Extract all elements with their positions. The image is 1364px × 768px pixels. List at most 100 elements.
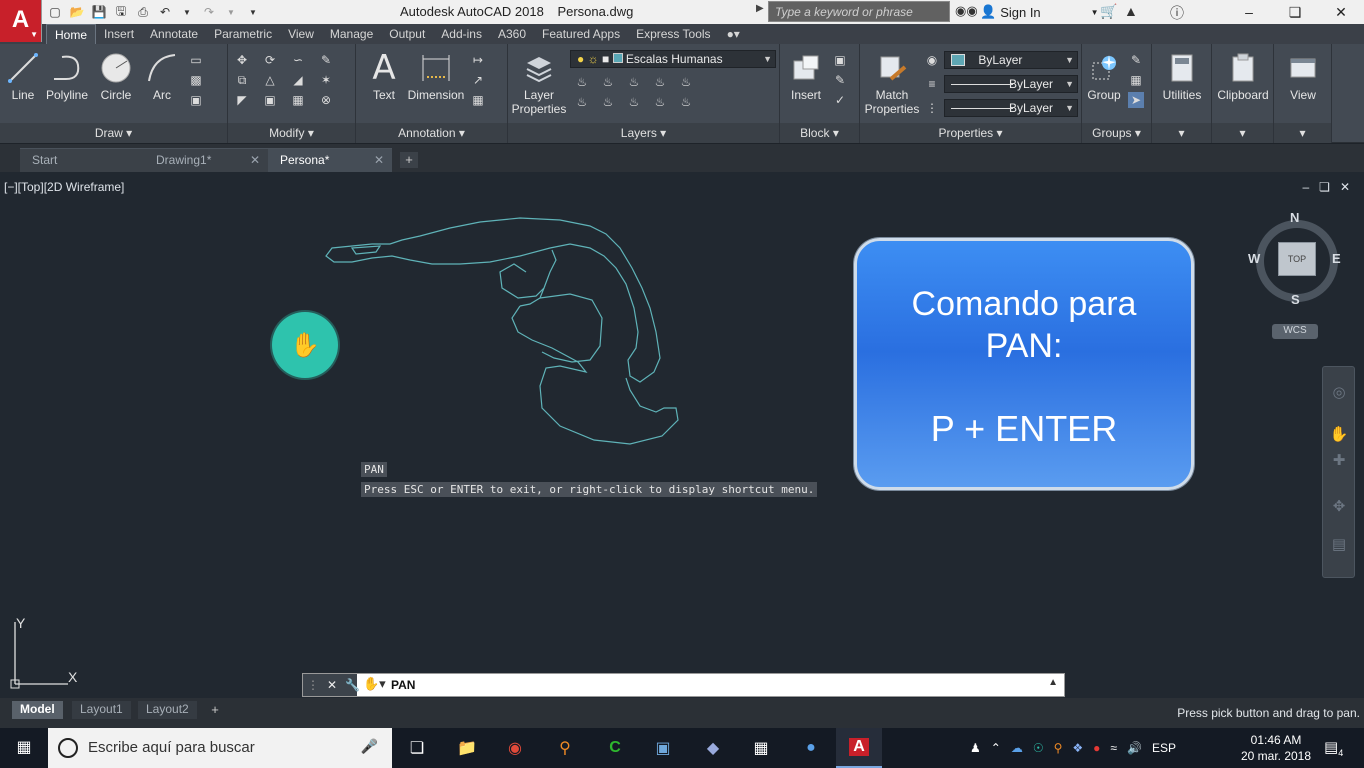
wrench-icon[interactable]: 🔧 <box>345 678 360 692</box>
tab-a360[interactable]: A360 <box>490 24 534 44</box>
customize-qat-icon[interactable]: ▼ <box>244 3 262 21</box>
search-app-icon[interactable]: ⚲ <box>542 728 588 768</box>
save-icon[interactable]: 💾 <box>90 3 108 21</box>
new-file-icon[interactable]: ▢ <box>46 3 64 21</box>
modify-panel-title[interactable]: Modify ▾ <box>228 123 355 143</box>
close-button[interactable]: ✕ <box>1318 0 1364 24</box>
copy-icon[interactable]: ⧉ <box>234 72 250 88</box>
grip-icon[interactable]: ⋮ <box>307 678 319 692</box>
rotate-icon[interactable]: ⟳ <box>262 52 278 68</box>
arc-tool[interactable]: Arc <box>142 48 182 102</box>
edit-block-icon[interactable]: ✎ <box>832 72 848 88</box>
group-select-icon[interactable]: ➤ <box>1128 92 1144 108</box>
zoom-extents-icon[interactable]: ✚ <box>1329 451 1349 471</box>
onedrive-icon[interactable]: ☁ <box>1011 741 1023 755</box>
chrome-icon[interactable]: ◉ <box>492 728 538 768</box>
volume-icon[interactable]: 🔊 <box>1127 741 1142 755</box>
viewport-close-icon[interactable]: ✕ <box>1340 180 1350 194</box>
recent-commands-icon[interactable]: ✋▾ <box>363 676 386 692</box>
create-block-icon[interactable]: ▣ <box>832 52 848 68</box>
camtasia-icon[interactable]: C <box>592 728 638 768</box>
b-app-icon[interactable]: ☉ <box>1033 741 1044 755</box>
microphone-icon[interactable]: 🎤 <box>361 738 378 755</box>
dimension-tool[interactable]: Dimension <box>406 48 466 102</box>
ungroup-icon[interactable]: ✎ <box>1128 52 1144 68</box>
layer-unlock-icon[interactable]: ♨ <box>652 94 668 110</box>
fillet-icon[interactable]: ◢ <box>290 72 306 88</box>
mirror-icon[interactable]: △ <box>262 72 278 88</box>
close-icon[interactable]: ✕ <box>374 149 384 171</box>
utilities-tool[interactable]: Utilities <box>1156 48 1208 102</box>
layer-lock-icon[interactable]: ♨ <box>652 74 668 90</box>
viewcube-top-face[interactable]: TOP <box>1278 242 1316 276</box>
draw-panel-title[interactable]: Draw ▾ <box>0 123 227 143</box>
command-input[interactable]: PAN <box>391 678 415 692</box>
tab-featured-apps[interactable]: Featured Apps <box>534 24 628 44</box>
tab-parametric[interactable]: Parametric <box>206 24 280 44</box>
view-expand[interactable]: ▾ <box>1274 123 1331 143</box>
groups-panel-title[interactable]: Groups ▾ <box>1082 123 1151 143</box>
sign-in-button[interactable]: 👤 Sign In ▼ <box>980 4 1099 20</box>
tab-manage[interactable]: Manage <box>322 24 381 44</box>
water-drop-icon[interactable]: ● <box>788 728 834 768</box>
lineweight-dropdown[interactable]: ByLayer ▼ <box>944 99 1078 117</box>
insert-tool[interactable]: Insert <box>784 48 828 102</box>
viewport-minimize-icon[interactable]: – <box>1302 180 1309 194</box>
pan-icon[interactable]: ✋ <box>1329 425 1349 445</box>
tab-view[interactable]: View <box>280 24 322 44</box>
file-tab-start[interactable]: Start <box>20 148 144 172</box>
ribbon-display-toggle-icon[interactable]: ●▾ <box>719 24 748 44</box>
help-icon[interactable]: ⓘ <box>1170 3 1184 23</box>
clipboard-tool[interactable]: Clipboard <box>1214 48 1272 102</box>
trim-icon[interactable]: ∽ <box>290 52 306 68</box>
new-tab-button[interactable]: + <box>400 152 418 168</box>
people-icon[interactable]: ♟ <box>970 741 981 755</box>
tab-annotate[interactable]: Annotate <box>142 24 206 44</box>
orbit-icon[interactable]: ✥ <box>1329 497 1349 517</box>
compass-east[interactable]: E <box>1332 251 1341 266</box>
save-as-icon[interactable]: 🖫 <box>112 3 130 21</box>
tab-add-ins[interactable]: Add-ins <box>433 24 490 44</box>
cart-icon[interactable]: 🛒 <box>1100 3 1117 20</box>
layer-isolate-icon[interactable]: ♨ <box>600 74 616 90</box>
calculator-app-icon[interactable]: ▦ <box>738 728 784 768</box>
undo-icon[interactable]: ↶ <box>156 3 174 21</box>
file-tab-drawing1[interactable]: Drawing1* ✕ <box>144 148 268 172</box>
search-expand-icon[interactable]: ▶ <box>756 3 764 14</box>
sketchup-icon[interactable]: ◆ <box>690 728 736 768</box>
taskbar-clock[interactable]: 01:46 AM 20 mar. 2018 <box>1240 732 1312 764</box>
undo-dropdown-icon[interactable]: ▼ <box>178 3 196 21</box>
minimize-button[interactable]: – <box>1226 0 1272 24</box>
tray-expand-icon[interactable]: ⌃ <box>991 741 1001 755</box>
linear-dim-icon[interactable]: ↦ <box>470 52 486 68</box>
maximize-button[interactable]: ❏ <box>1272 0 1318 24</box>
steering-wheel-icon[interactable]: ◎ <box>1329 383 1349 403</box>
layer-freeze-icon[interactable]: ♨ <box>626 74 642 90</box>
print-icon[interactable]: ⎙ <box>134 3 152 21</box>
mega-icon[interactable]: ● <box>1093 741 1100 755</box>
hatch-icon[interactable]: ▩ <box>188 72 204 88</box>
autocad-taskbar-icon[interactable]: A <box>836 728 882 768</box>
scale-icon[interactable]: ▣ <box>262 92 278 108</box>
layout-tab-layout2[interactable]: Layout2 <box>138 701 197 719</box>
help-search-input[interactable]: Type a keyword or phrase <box>768 1 950 22</box>
region-icon[interactable]: ▣ <box>188 92 204 108</box>
tab-express-tools[interactable]: Express Tools <box>628 24 718 44</box>
redo-dropdown-icon[interactable]: ▼ <box>222 3 240 21</box>
match-properties-tool[interactable]: Match Properties <box>864 48 920 116</box>
wcs-menu[interactable]: WCS <box>1272 324 1318 339</box>
close-icon[interactable]: ✕ <box>250 149 260 171</box>
teamspeak-icon[interactable]: ▣ <box>640 728 686 768</box>
search-tray-icon[interactable]: ⚲ <box>1054 741 1063 755</box>
layer-walk-icon[interactable]: ♨ <box>678 94 694 110</box>
layer-properties-tool[interactable]: Layer Properties <box>510 48 568 116</box>
layer-dropdown[interactable]: ● ☼ ■ Escalas Humanas ▼ <box>570 50 776 68</box>
close-icon[interactable]: ✕ <box>327 678 337 692</box>
block-panel-title[interactable]: Block ▾ <box>780 123 859 143</box>
layers-panel-title[interactable]: Layers ▾ <box>508 123 779 143</box>
taskbar-search-box[interactable]: Escribe aquí para buscar 🎤 <box>48 728 392 768</box>
line-tool[interactable]: Line <box>4 48 42 102</box>
annotation-panel-title[interactable]: Annotation ▾ <box>356 123 507 143</box>
viewcube[interactable]: TOP N S E W <box>1248 210 1344 307</box>
new-layout-button[interactable]: + <box>206 702 224 718</box>
